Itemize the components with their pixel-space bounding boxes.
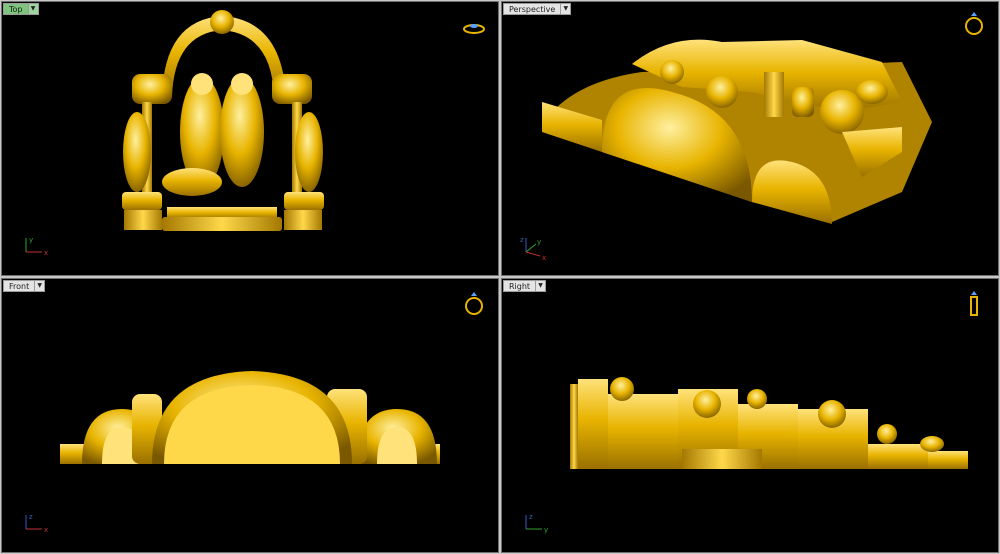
viewport-top[interactable]: Top ▼ y x — [1, 1, 499, 276]
right-view-canvas[interactable]: z y — [502, 279, 998, 552]
axis-label-x: x — [44, 526, 48, 534]
viewport-right[interactable]: Right ▼ z y — [501, 278, 999, 553]
axis-label-z: z — [529, 513, 533, 521]
view-cube[interactable] — [465, 292, 483, 315]
viewport-front[interactable]: Front ▼ z x — [1, 278, 499, 553]
idol-model-right — [570, 377, 968, 469]
view-cube[interactable] — [965, 12, 983, 35]
perspective-view-canvas[interactable]: z y x — [502, 2, 998, 275]
front-view-canvas[interactable]: z x — [2, 279, 498, 552]
axis-label-y: y — [537, 238, 541, 246]
axis-label-y: y — [29, 236, 33, 244]
axis-label-x: x — [542, 254, 546, 262]
axis-label-z: z — [520, 236, 524, 244]
idol-model-top — [122, 10, 324, 231]
top-view-canvas[interactable]: y x — [2, 2, 498, 275]
idol-model-front — [60, 371, 440, 464]
axis-label-y: y — [544, 526, 548, 534]
axis-label-x: x — [44, 249, 48, 257]
viewport-perspective[interactable]: Perspective ▼ z y x — [501, 1, 999, 276]
view-cube[interactable] — [970, 291, 978, 316]
view-cube[interactable] — [463, 24, 485, 34]
axis-triad: z y x — [520, 236, 546, 262]
idol-model-perspective — [542, 39, 932, 224]
axis-label-z: z — [29, 513, 33, 521]
axis-triad: z y — [525, 513, 548, 534]
axis-triad: y x — [25, 236, 48, 257]
axis-triad: z x — [25, 513, 48, 534]
